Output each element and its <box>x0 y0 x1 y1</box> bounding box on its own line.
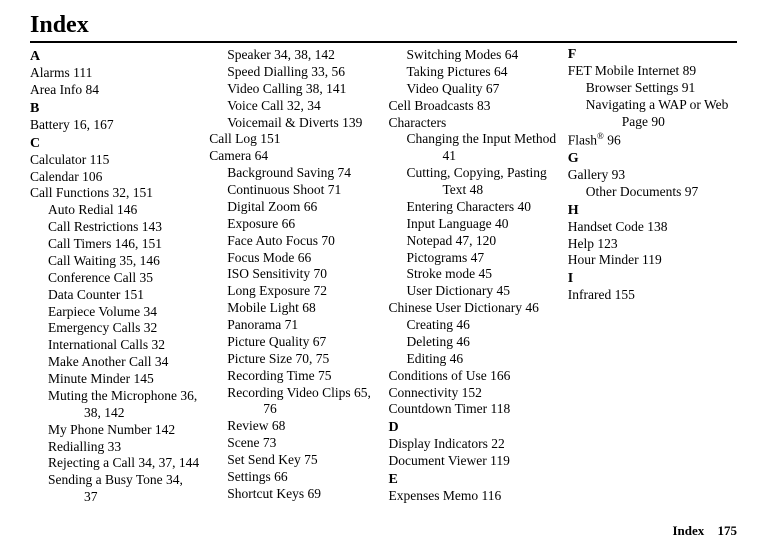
index-letter: H <box>568 203 737 219</box>
index-entry: ISO Sensitivity 70 <box>227 266 378 283</box>
footer-label: Index <box>672 523 704 538</box>
index-entry: Call Waiting 35, 146 <box>48 253 199 270</box>
index-entry: Emergency Calls 32 <box>48 320 199 337</box>
index-entry: Deleting 46 <box>407 334 558 351</box>
index-letter: C <box>30 136 199 152</box>
index-entry: Input Language 40 <box>407 216 558 233</box>
page-title: Index <box>30 12 737 43</box>
index-entry: Navigating a WAP or Web Page 90 <box>622 97 737 131</box>
index-entry: Flash® 96 <box>568 131 737 149</box>
index-entry: Chinese User Dictionary 46 <box>425 300 558 317</box>
index-entry: Display Indicators 22 <box>389 436 558 453</box>
index-entry: Exposure 66 <box>227 216 378 233</box>
index-letter: I <box>568 271 737 287</box>
index-entry: Continuous Shoot 71 <box>227 182 378 199</box>
index-entry: Hour Minder 119 <box>568 252 737 269</box>
index-entry: Settings 66 <box>227 469 378 486</box>
index-letter: E <box>389 472 558 488</box>
index-entry: Call Log 151 <box>209 131 378 148</box>
registered-icon: ® <box>597 131 604 141</box>
index-entry: Conference Call 35 <box>48 270 199 287</box>
index-entry: Speed Dialling 33, 56 <box>227 64 378 81</box>
index-entry: Voice Call 32, 34 <box>227 98 378 115</box>
index-entry: Rejecting a Call 34, 37, 144 <box>84 455 199 472</box>
index-entry: Taking Pictures 64 <box>407 64 558 81</box>
index-entry: Changing the Input Method 41 <box>443 131 558 165</box>
index-letter: A <box>30 49 199 65</box>
index-entry: Switching Modes 64 <box>407 47 558 64</box>
index-entry: Entering Characters 40 <box>407 199 558 216</box>
index-entry: Focus Mode 66 <box>227 250 378 267</box>
index-entry: Make Another Call 34 <box>48 354 199 371</box>
index-entry: Background Saving 74 <box>227 165 378 182</box>
index-letter: G <box>568 151 737 167</box>
index-entry: Call Restrictions 143 <box>48 219 199 236</box>
index-entry: Notepad 47, 120 <box>407 233 558 250</box>
index-entry: Help 123 <box>568 236 737 253</box>
index-entry: Scene 73 <box>227 435 378 452</box>
index-entry: Speaker 34, 38, 142 <box>227 47 378 64</box>
index-letter: F <box>568 47 737 63</box>
index-entry: Conditions of Use 166 <box>389 368 558 385</box>
index-entry: International Calls 32 <box>48 337 199 354</box>
index-entry: Browser Settings 91 <box>586 80 737 97</box>
footer-page-number: 175 <box>718 523 738 538</box>
index-entry: Minute Minder 145 <box>48 371 199 388</box>
index-entry: Earpiece Volume 34 <box>48 304 199 321</box>
index-entry: Countdown Timer 118 <box>389 401 558 418</box>
index-entry: Calculator 115 <box>30 152 199 169</box>
index-entry: Handset Code 138 <box>568 219 737 236</box>
index-entry: Video Calling 38, 141 <box>227 81 378 98</box>
index-entry: Recording Video Clips 65, 76 <box>263 385 378 419</box>
index-entry: FET Mobile Internet 89 <box>568 63 737 80</box>
index-entry: Battery 16, 167 <box>30 117 199 134</box>
index-entry: Expenses Memo 116 <box>389 488 558 505</box>
flash-prefix: Flash <box>568 132 597 147</box>
index-entry: Cell Broadcasts 83 <box>389 98 558 115</box>
index-entry: Call Functions 32, 151 <box>30 185 199 202</box>
index-entry: Panorama 71 <box>227 317 378 334</box>
index-entry: Document Viewer 119 <box>389 453 558 470</box>
index-entry: Long Exposure 72 <box>227 283 378 300</box>
index-entry: Pictograms 47 <box>407 250 558 267</box>
index-entry: Alarms 111 <box>30 65 199 82</box>
index-entry: Call Timers 146, 151 <box>48 236 199 253</box>
index-entry: My Phone Number 142 <box>84 422 199 439</box>
index-entry: Connectivity 152 <box>389 385 558 402</box>
flash-suffix: 96 <box>604 132 621 147</box>
index-entry: Auto Redial 146 <box>48 202 199 219</box>
index-entry: Voicemail & Diverts 139 <box>263 115 378 132</box>
index-entry: Area Info 84 <box>30 82 199 99</box>
page-footer: Index 175 <box>672 523 737 539</box>
index-columns: A Alarms 111 Area Info 84 B Battery 16, … <box>30 47 737 507</box>
index-entry: Camera 64 <box>209 148 378 165</box>
index-entry: Video Quality 67 <box>407 81 558 98</box>
index-entry: Picture Size 70, 75 <box>227 351 378 368</box>
index-letter: D <box>389 420 558 436</box>
index-entry: Sending a Busy Tone 34, 37 <box>84 472 199 506</box>
index-entry: Muting the Microphone 36, 38, 142 <box>84 388 199 422</box>
index-entry: Shortcut Keys 69 <box>227 486 378 503</box>
index-entry: Editing 46 <box>407 351 558 368</box>
index-entry: Review 68 <box>227 418 378 435</box>
index-entry: Data Counter 151 <box>48 287 199 304</box>
index-entry: Cutting, Copying, Pasting Text 48 <box>443 165 558 199</box>
index-entry: Picture Quality 67 <box>227 334 378 351</box>
index-entry: Characters <box>389 115 558 132</box>
index-entry: Mobile Light 68 <box>227 300 378 317</box>
index-entry: Redialling 33 <box>48 439 199 456</box>
index-entry: Set Send Key 75 <box>227 452 378 469</box>
index-entry: Face Auto Focus 70 <box>227 233 378 250</box>
index-entry: Creating 46 <box>407 317 558 334</box>
index-entry: Calendar 106 <box>30 169 199 186</box>
index-entry: Gallery 93 <box>568 167 737 184</box>
index-entry: Stroke mode 45 <box>407 266 558 283</box>
index-letter: B <box>30 101 199 117</box>
index-entry: Digital Zoom 66 <box>227 199 378 216</box>
index-entry: Infrared 155 <box>568 287 737 304</box>
index-entry: Other Documents 97 <box>586 184 737 201</box>
index-entry: User Dictionary 45 <box>407 283 558 300</box>
index-entry: Recording Time 75 <box>227 368 378 385</box>
